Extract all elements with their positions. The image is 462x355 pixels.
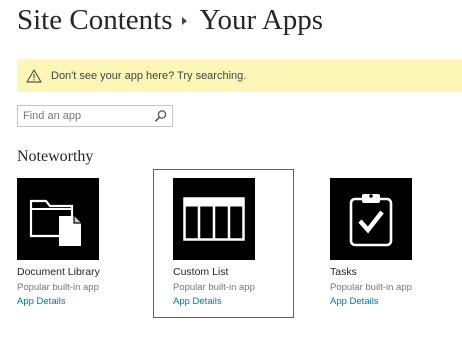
- app-tile-tasks: Tasks Popular built-in app App Details: [330, 178, 448, 307]
- breadcrumb-arrow-icon: [182, 17, 188, 25]
- app-subtitle: Popular built-in app: [330, 282, 412, 293]
- magnifier-icon[interactable]: [154, 109, 168, 123]
- app-subtitle: Popular built-in app: [17, 282, 99, 293]
- clipboard-check-icon: [349, 194, 393, 247]
- app-details-link[interactable]: App Details: [17, 296, 135, 307]
- app-subtitle: Popular built-in app: [173, 282, 255, 293]
- table-list-icon: [183, 197, 245, 241]
- document-library-tile[interactable]: [17, 178, 99, 260]
- page-title: Your Apps: [199, 3, 324, 36]
- folder-document-icon: [29, 199, 81, 246]
- warning-triangle-icon: [26, 68, 42, 83]
- custom-list-tile[interactable]: [173, 178, 255, 260]
- app-name[interactable]: Document Library: [17, 266, 135, 278]
- app-search-box: [17, 105, 173, 127]
- section-title-noteworthy: Noteworthy: [17, 148, 94, 165]
- app-details-link[interactable]: App Details: [173, 296, 291, 307]
- breadcrumb: Site Contents Your Apps: [17, 0, 323, 40]
- app-tile-document-library: Document Library Popular built-in app Ap…: [17, 178, 135, 307]
- tasks-tile[interactable]: [330, 178, 412, 260]
- search-hint-banner: Don't see your app here? Try searching.: [17, 59, 462, 92]
- banner-message: Don't see your app here? Try searching.: [51, 69, 247, 82]
- app-name[interactable]: Tasks: [330, 266, 448, 278]
- app-name[interactable]: Custom List: [173, 266, 291, 278]
- app-tile-custom-list: Custom List Popular built-in app App Det…: [173, 178, 291, 307]
- breadcrumb-site-contents[interactable]: Site Contents: [17, 4, 172, 37]
- search-input[interactable]: [18, 106, 153, 126]
- app-details-link[interactable]: App Details: [330, 296, 448, 307]
